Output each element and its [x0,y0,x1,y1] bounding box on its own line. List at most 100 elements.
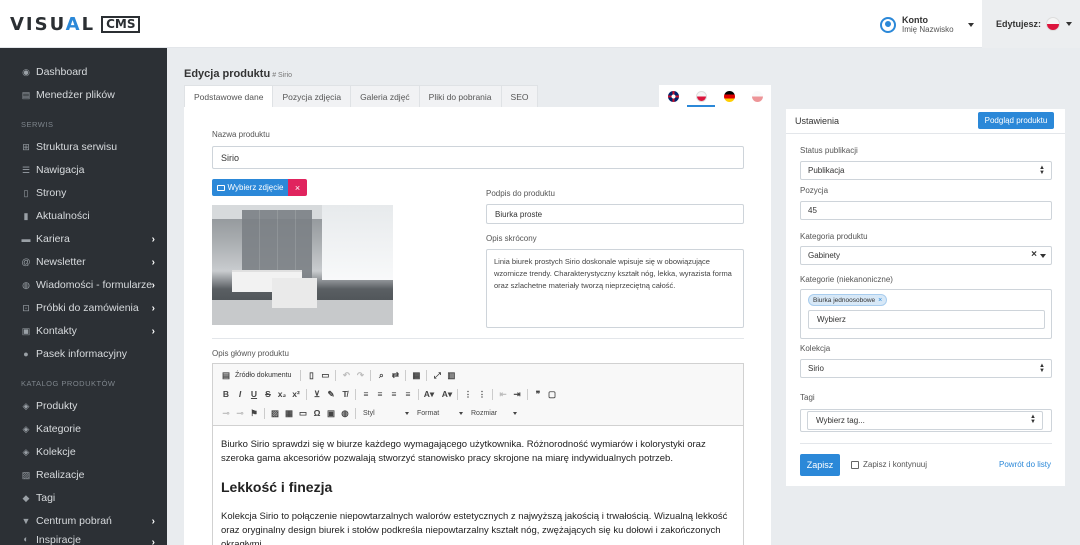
search-icon[interactable]: ⌕ [374,368,388,382]
list-icon: ☰ [21,165,31,175]
sidebar-item-realizations[interactable]: ▨ Realizacje [21,467,161,483]
align-left-icon[interactable]: ≡ [359,387,373,401]
clear-format-icon[interactable]: T̸ [338,387,352,401]
paste-icon[interactable]: ⊻ [310,387,324,401]
format-select[interactable]: Format [413,407,463,420]
style-select[interactable]: Styl [359,407,409,420]
tags-select[interactable]: Wybierz tag... ▲ ▼ [807,411,1043,430]
editor-heading: Lekkość i finezja [221,479,333,495]
template-icon[interactable]: ▭ [318,368,332,382]
sidebar-item-contacts[interactable]: ▣ Kontakty › [21,323,161,339]
lang-tab-de[interactable] [715,85,743,107]
subscript-icon[interactable]: x₂ [275,387,289,401]
save-button[interactable]: Zapisz [800,454,840,476]
tab-seo[interactable]: SEO [500,85,539,107]
categories-multiselect[interactable]: Biurka jednoosobowe × Wybierz [800,289,1052,339]
sidebar-item-info-bar[interactable]: ● Pasek informacyjny [21,346,161,362]
align-center-icon[interactable]: ≡ [373,387,387,401]
table-icon[interactable]: ▦ [282,406,296,420]
sidebar-item-newsletter[interactable]: @ Newsletter › [21,254,161,270]
tab-bar: Podstawowe dane Pozycja zdjęcia Galeria … [184,85,539,107]
logo[interactable]: VISUAL CMS [10,14,141,35]
underline-icon[interactable]: U [247,387,261,401]
status-select[interactable]: Publikacja ▲ ▼ [800,161,1052,180]
anchor-icon[interactable]: ⚑ [247,406,261,420]
bullet-list-icon[interactable]: ⋮ [475,387,489,401]
redo-icon[interactable]: ↷ [353,368,367,382]
sidebar-item-collections[interactable]: ◈ Kolekcje [21,444,161,460]
brush-icon[interactable]: ✎ [324,387,338,401]
sidebar-item-categories[interactable]: ◈ Kategorie [21,421,161,437]
sidebar-item-navigation[interactable]: ☰ Nawigacja [21,162,161,178]
special-char-icon[interactable]: Ω [310,406,324,420]
language-switcher[interactable]: Edytujesz: [982,0,1080,48]
sidebar-item-samples[interactable]: ⊡ Próbki do zamówienia › [21,300,161,316]
caption-input[interactable]: Biurka proste [486,204,744,224]
tab-downloads[interactable]: Pliki do pobrania [418,85,502,107]
sidebar-item-messages[interactable]: ◍ Wiadomości - formularze › [21,277,161,293]
maximize-icon[interactable]: ⤢ [430,368,444,382]
collection-select[interactable]: Sirio ▲ ▼ [800,359,1052,378]
bg-color-icon[interactable]: A▾ [440,387,454,401]
outdent-icon[interactable]: ⇤ [496,387,510,401]
position-input[interactable]: 45 [800,201,1052,220]
horizontal-line-icon[interactable]: ▭ [296,406,310,420]
sidebar-item-dashboard[interactable]: ◉ Dashboard [21,64,161,80]
div-icon[interactable]: ▢ [545,387,559,401]
source-button-label[interactable]: Źródło dokumentu [235,372,291,379]
align-justify-icon[interactable]: ≡ [401,387,415,401]
select-all-icon[interactable]: ▦ [409,368,423,382]
superscript-icon[interactable]: x² [289,387,303,401]
categories-search-input[interactable]: Wybierz [808,310,1045,329]
short-desc-textarea[interactable]: Linia biurek prostych Sirio doskonale wp… [486,249,744,328]
remove-image-button[interactable]: × [288,179,307,196]
indent-icon[interactable]: ⇥ [510,387,524,401]
show-blocks-icon[interactable]: ▥ [444,368,458,382]
new-page-icon[interactable]: ▯ [304,368,318,382]
sidebar-item-downloads[interactable]: ▼ Centrum pobrań › [21,513,161,529]
editor-content[interactable]: Biurko Sirio sprawdzi się w biurze każde… [221,438,741,545]
pick-image-button[interactable]: Wybierz zdjęcie [212,179,288,196]
align-right-icon[interactable]: ≡ [387,387,401,401]
tab-basic-data[interactable]: Podstawowe dane [184,85,274,107]
remove-chip-icon[interactable]: × [878,297,882,304]
link-icon[interactable]: ⊸ [219,406,233,420]
sidebar-item-file-manager[interactable]: ▤ Menedżer plików [21,87,161,103]
page-subtitle: # Sirio [272,72,293,79]
tab-image-position[interactable]: Pozycja zdjęcia [272,85,352,107]
sidebar-item-products[interactable]: ◈ Produkty [21,398,161,414]
product-name-input[interactable]: Sirio [212,146,744,169]
sidebar-item-pages[interactable]: ▯ Strony [21,185,161,201]
lang-tab-en[interactable] [659,85,687,107]
back-to-list-link[interactable]: Powrót do listy [999,460,1051,469]
replace-icon[interactable]: ⇄ [388,368,402,382]
image-icon[interactable]: ▨ [268,406,282,420]
source-icon[interactable]: ▤ [219,368,233,382]
flag-pl-icon [1046,17,1061,31]
sidebar-item-structure[interactable]: ⊞ Struktura serwisu [21,139,161,155]
globe-icon[interactable]: ◍ [338,406,352,420]
lang-tab-cz[interactable] [743,85,771,107]
iframe-icon[interactable]: ▣ [324,406,338,420]
sidebar-item-inspirations[interactable]: ◐ Inspiracje › [21,534,161,545]
category-select[interactable]: Gabinety × [800,246,1052,265]
tab-gallery[interactable]: Galeria zdjęć [350,85,420,107]
clear-icon[interactable]: × [1031,249,1037,260]
lang-tab-pl[interactable] [687,85,715,107]
italic-icon[interactable]: I [233,387,247,401]
size-select[interactable]: Rozmiar [467,407,517,420]
save-continue-button[interactable]: Zapisz i kontynuuj [851,460,927,469]
undo-icon[interactable]: ↶ [339,368,353,382]
strikethrough-icon[interactable]: S [261,387,275,401]
text-color-icon[interactable]: A▾ [422,387,436,401]
sidebar-item-news[interactable]: ▮ Aktualności [21,208,161,224]
bold-icon[interactable]: B [219,387,233,401]
preview-product-button[interactable]: Podgląd produktu [978,112,1054,129]
numbered-list-icon[interactable]: ⋮ [461,387,475,401]
unlink-icon[interactable]: ⊸ [233,406,247,420]
blockquote-icon[interactable]: ❞ [531,387,545,401]
image-icon: ▨ [21,470,31,480]
sidebar-item-career[interactable]: ▬ Kariera › [21,231,161,247]
account-menu[interactable]: Konto Imię Nazwisko [880,14,974,36]
sidebar-item-tags[interactable]: ◆ Tagi [21,490,161,506]
